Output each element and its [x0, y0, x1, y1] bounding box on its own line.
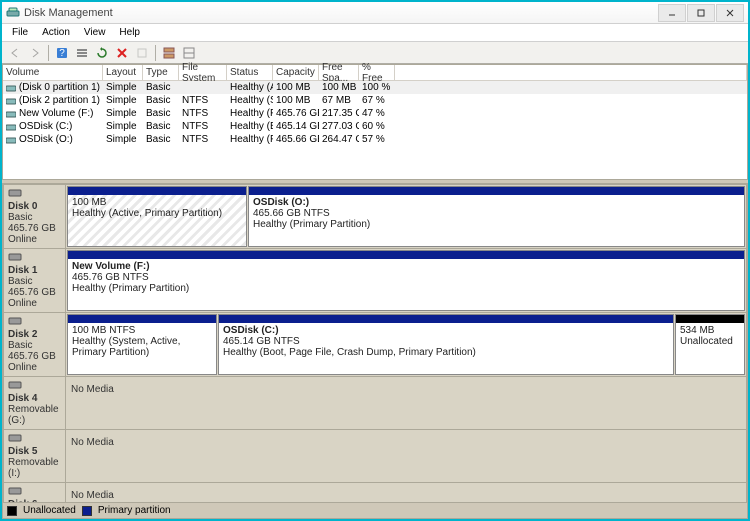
column-headers: VolumeLayoutTypeFile SystemStatusCapacit… [3, 65, 747, 81]
disk-partitions: No Media [66, 483, 746, 502]
column-pct[interactable]: % Free [359, 65, 395, 80]
legend-primary: Primary partition [98, 505, 171, 516]
column-fs[interactable]: File System [179, 65, 227, 80]
volume-row[interactable]: OSDisk (O:)SimpleBasicNTFSHealthy (P...4… [3, 133, 747, 146]
menu-help[interactable]: Help [113, 25, 146, 40]
partition[interactable]: OSDisk (C:)465.14 GB NTFSHealthy (Boot, … [218, 314, 674, 375]
disk-header[interactable]: Disk 4Removable (G:) [4, 377, 66, 429]
disk-partitions: 100 MB NTFSHealthy (System, Active, Prim… [66, 313, 746, 376]
disk-partitions: New Volume (F:)465.76 GB NTFSHealthy (Pr… [66, 249, 746, 312]
menu-action[interactable]: Action [36, 25, 76, 40]
layout-icon[interactable] [160, 44, 178, 62]
refresh-icon[interactable] [93, 44, 111, 62]
forward-button[interactable] [26, 44, 44, 62]
partition-label: OSDisk (C:)465.14 GB NTFSHealthy (Boot, … [219, 323, 673, 374]
titlebar[interactable]: Disk Management [2, 2, 748, 24]
partition-bar [676, 315, 744, 323]
partition-label: 100 MBHealthy (Active, Primary Partition… [68, 195, 246, 246]
column-type[interactable]: Type [143, 65, 179, 80]
column-volume[interactable]: Volume [3, 65, 103, 80]
partition[interactable]: 100 MBHealthy (Active, Primary Partition… [67, 186, 247, 247]
column-layout[interactable]: Layout [103, 65, 143, 80]
no-media-label: No Media [67, 431, 745, 481]
legend-swatch-primary [82, 506, 92, 516]
back-button[interactable] [6, 44, 24, 62]
disk-row: Disk 2Basic465.76 GBOnline100 MB NTFSHea… [3, 313, 747, 377]
disk-row: Disk 1Basic465.76 GBOnlineNew Volume (F:… [3, 249, 747, 313]
disk-header[interactable]: Disk 2Basic465.76 GBOnline [4, 313, 66, 376]
partition-label: OSDisk (O:)465.66 GB NTFSHealthy (Primar… [249, 195, 744, 246]
partition-label: New Volume (F:)465.76 GB NTFSHealthy (Pr… [68, 259, 744, 310]
volume-row[interactable]: (Disk 0 partition 1)SimpleBasicHealthy (… [3, 81, 747, 94]
menu-file[interactable]: File [6, 25, 34, 40]
minimize-button[interactable] [658, 4, 686, 22]
disk-row: Disk 5Removable (I:)No Media [3, 430, 747, 483]
disk-partitions: No Media [66, 430, 746, 482]
partition-label: 534 MBUnallocated [676, 323, 744, 374]
disk-partitions: No Media [66, 377, 746, 429]
disk-header[interactable]: Disk 1Basic465.76 GBOnline [4, 249, 66, 312]
partition-bar [68, 251, 744, 259]
volume-list-pane: VolumeLayoutTypeFile SystemStatusCapacit… [2, 64, 748, 180]
disk-management-window: Disk Management File Action View Help ? … [0, 0, 750, 521]
disk-graphic-pane: Disk 0Basic465.76 GBOnline100 MBHealthy … [2, 183, 748, 519]
partition-bar [68, 315, 216, 323]
help-icon[interactable]: ? [53, 44, 71, 62]
maximize-button[interactable] [687, 4, 715, 22]
disk-row: Disk 0Basic465.76 GBOnline100 MBHealthy … [3, 184, 747, 249]
disk-row: Disk 6Removable (J:)No Media [3, 483, 747, 502]
partition[interactable]: 534 MBUnallocated [675, 314, 745, 375]
column-capacity[interactable]: Capacity [273, 65, 319, 80]
volume-rows: (Disk 0 partition 1)SimpleBasicHealthy (… [3, 81, 747, 179]
column-free[interactable]: Free Spa... [319, 65, 359, 80]
partition[interactable]: 100 MB NTFSHealthy (System, Active, Prim… [67, 314, 217, 375]
list-icon[interactable] [73, 44, 91, 62]
partition-label: 100 MB NTFSHealthy (System, Active, Prim… [68, 323, 216, 374]
volume-row[interactable]: OSDisk (C:)SimpleBasicNTFSHealthy (B...4… [3, 120, 747, 133]
volume-row[interactable]: New Volume (F:)SimpleBasicNTFSHealthy (P… [3, 107, 747, 120]
properties-icon[interactable] [133, 44, 151, 62]
window-controls [658, 4, 744, 22]
partition-bar [219, 315, 673, 323]
column-status[interactable]: Status [227, 65, 273, 80]
menubar: File Action View Help [2, 24, 748, 42]
legend: Unallocated Primary partition [3, 502, 747, 518]
no-media-label: No Media [67, 484, 745, 502]
no-media-label: No Media [67, 378, 745, 428]
disk-row: Disk 4Removable (G:)No Media [3, 377, 747, 430]
svg-text:?: ? [59, 48, 65, 59]
disk-header[interactable]: Disk 0Basic465.76 GBOnline [4, 185, 66, 248]
partition[interactable]: New Volume (F:)465.76 GB NTFSHealthy (Pr… [67, 250, 745, 311]
legend-swatch-unallocated [7, 506, 17, 516]
more-icon[interactable] [180, 44, 198, 62]
legend-unallocated: Unallocated [23, 505, 76, 516]
disk-partitions: 100 MBHealthy (Active, Primary Partition… [66, 185, 746, 248]
volume-row[interactable]: (Disk 2 partition 1)SimpleBasicNTFSHealt… [3, 94, 747, 107]
remove-icon[interactable] [113, 44, 131, 62]
window-title: Disk Management [24, 7, 654, 19]
disk-blocks[interactable]: Disk 0Basic465.76 GBOnline100 MBHealthy … [3, 184, 747, 502]
close-button[interactable] [716, 4, 744, 22]
partition-bar [249, 187, 744, 195]
app-icon [6, 6, 20, 20]
menu-view[interactable]: View [78, 25, 112, 40]
partition[interactable]: OSDisk (O:)465.66 GB NTFSHealthy (Primar… [248, 186, 745, 247]
partition-bar [68, 187, 246, 195]
disk-header[interactable]: Disk 5Removable (I:) [4, 430, 66, 482]
disk-header[interactable]: Disk 6Removable (J:) [4, 483, 66, 502]
